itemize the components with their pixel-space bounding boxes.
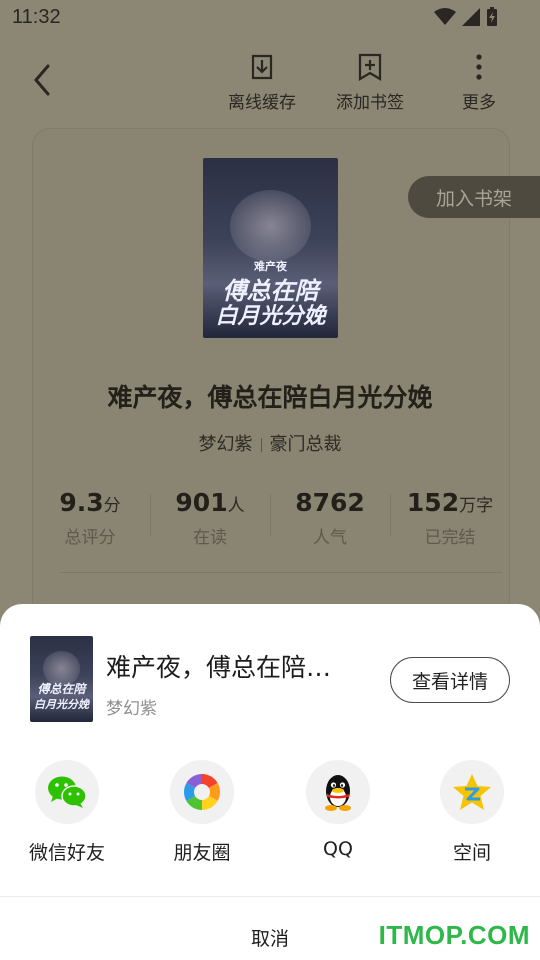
wechat-icon (48, 776, 87, 808)
add-to-shelf-button[interactable]: 加入书架 (408, 176, 540, 218)
signal-icon (462, 8, 480, 26)
book-meta: 梦幻紫 豪门总裁 (0, 430, 540, 456)
share-icon-bg (35, 760, 99, 824)
more-vertical-icon (476, 54, 482, 80)
book-stats: 9.3分 总评分 901人 在读 8762 人气 152万字 已完结 (30, 488, 510, 552)
share-book-author: 梦幻紫 (106, 699, 157, 719)
more-button[interactable]: 更多 (462, 52, 496, 113)
stat-rating: 9.3分 总评分 (30, 488, 150, 552)
stat-word-count: 152万字 已完结 (390, 488, 510, 552)
offline-cache-label: 离线缓存 (228, 93, 296, 113)
book-title: 难产夜，傅总在陪白月光分娩 (107, 383, 433, 412)
book-category[interactable]: 豪门总裁 (270, 434, 342, 455)
book-author[interactable]: 梦幻紫 (199, 434, 253, 455)
status-icons (434, 7, 498, 27)
cover-title-line2: 白月光分娩 (34, 698, 89, 711)
share-label: 空间 (452, 842, 491, 864)
download-icon (251, 54, 273, 80)
share-label: QQ (323, 838, 353, 860)
stat-label: 人气 (313, 528, 347, 548)
stat-label: 在读 (193, 528, 227, 548)
share-qzone[interactable]: 空间 (422, 760, 522, 865)
share-book-cover: 傅总在陪 白月光分娩 (30, 636, 93, 722)
stat-unit: 万字 (459, 496, 494, 516)
more-label: 更多 (462, 93, 496, 113)
stat-label: 已完结 (424, 528, 476, 548)
cover-illustration: 难产夜 傅总在陪 白月光分娩 (203, 158, 338, 338)
cover-title-line1: 傅总在陪 (37, 682, 86, 696)
share-wechat[interactable]: 微信好友 (17, 760, 117, 865)
sheet-divider (0, 896, 540, 897)
bookmark-add-icon (358, 53, 382, 81)
share-label: 微信好友 (28, 842, 105, 864)
share-moments[interactable]: 朋友圈 (152, 760, 252, 865)
qq-icon (325, 775, 351, 811)
share-qq[interactable]: QQ (288, 760, 388, 860)
status-time: 11:32 (12, 6, 61, 28)
moments-icon (183, 774, 221, 810)
cover-title-line2: 白月光分娩 (215, 303, 326, 329)
top-toolbar: 离线缓存 添加书签 更多 (0, 38, 540, 122)
share-icon-bg (170, 760, 234, 824)
card-divider (60, 572, 502, 573)
stat-popularity: 8762 人气 (270, 488, 390, 552)
add-bookmark-label: 添加书签 (336, 93, 404, 113)
stat-unit: 人 (227, 496, 245, 516)
stat-unit: 分 (103, 496, 121, 516)
stat-value: 152 (406, 488, 460, 517)
share-targets: 微信好友 朋友圈 QQ 空间 (0, 760, 540, 870)
stat-value: 901 (175, 488, 228, 517)
add-bookmark-button[interactable]: 添加书签 (336, 52, 404, 113)
stat-value: 9.3 (59, 488, 104, 517)
cover-illustration: 傅总在陪 白月光分娩 (30, 636, 93, 722)
qzone-icon (453, 774, 491, 810)
share-sheet: 傅总在陪 白月光分娩 难产夜，傅总在陪… 梦幻紫 查看详情 微信好友 朋友圈 Q… (0, 604, 540, 960)
share-icon-bg (440, 760, 504, 824)
stat-value: 8762 (295, 488, 365, 517)
share-icon-bg (306, 760, 370, 824)
stat-label: 总评分 (64, 528, 116, 548)
site-watermark: ITMOP.COM (378, 920, 530, 950)
offline-cache-button[interactable]: 离线缓存 (228, 52, 296, 113)
battery-charging-icon (487, 7, 497, 26)
share-label: 朋友圈 (173, 842, 231, 864)
meta-separator (260, 438, 262, 452)
wifi-icon (434, 8, 456, 25)
book-cover[interactable]: 难产夜 傅总在陪 白月光分娩 (203, 158, 338, 338)
share-book-title: 难产夜，傅总在陪… (106, 653, 332, 682)
view-details-button[interactable]: 查看详情 (390, 657, 510, 703)
status-bar: 11:32 (0, 0, 540, 38)
back-arrow-icon[interactable] (28, 62, 58, 98)
stat-readers: 901人 在读 (150, 488, 270, 552)
